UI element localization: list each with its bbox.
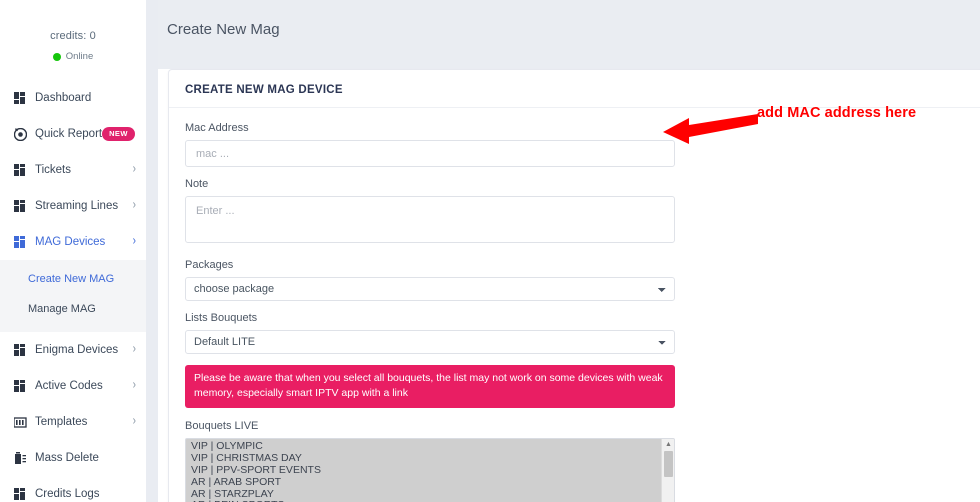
- sidebar-item-streaming-lines[interactable]: Streaming Lines ›: [0, 188, 146, 224]
- bouquets-live-label: Bouquets LIVE: [185, 420, 259, 433]
- bouquets-live-field-group: Bouquets LIVE VIP | OLYMPIC VIP | CHRIST…: [185, 420, 964, 502]
- sidebar-item-enigma-devices[interactable]: Enigma Devices ›: [0, 332, 146, 368]
- packages-select[interactable]: choose package: [185, 277, 675, 301]
- sidebar-item-create-new-mag[interactable]: Create New MAG: [0, 264, 146, 294]
- grid-icon: [14, 379, 27, 393]
- card-title: CREATE NEW MAG DEVICE: [185, 84, 343, 96]
- template-icon: [14, 416, 27, 429]
- sidebar-item-mag-devices[interactable]: MAG Devices ›: [0, 224, 146, 260]
- sidebar-item-active-codes[interactable]: Active Codes ›: [0, 368, 146, 404]
- sidebar-item-label: Quick Report: [35, 128, 103, 140]
- lists-bouquets-select[interactable]: Default LITE: [185, 330, 675, 354]
- sidebar-subitem-label: Create New MAG: [28, 273, 115, 285]
- app-root: credits: 0 Online Dashboard Quick Report…: [0, 0, 980, 502]
- sidebar-content-gutter: [146, 0, 158, 502]
- online-status: Online: [0, 51, 146, 62]
- chevron-right-icon: ›: [132, 234, 136, 249]
- mac-address-input[interactable]: [185, 140, 675, 167]
- status-dot-icon: [52, 52, 61, 61]
- sidebar-item-label: Mass Delete: [35, 452, 99, 464]
- listbox-scrollbar[interactable]: ▲: [661, 439, 674, 502]
- sidebar-item-manage-mag[interactable]: Manage MAG: [0, 294, 146, 324]
- sidebar-item-label: Credits Logs: [35, 488, 100, 500]
- status-badge: NEW: [102, 127, 135, 141]
- sidebar-subitem-label: Manage MAG: [28, 303, 96, 315]
- scroll-up-arrow-icon[interactable]: ▲: [662, 439, 674, 451]
- grid-icon: [14, 235, 27, 249]
- page-header: Create New Mag: [158, 0, 980, 58]
- sidebar-item-label: Active Codes: [35, 380, 103, 392]
- lists-bouquets-label: Lists Bouquets: [185, 312, 258, 324]
- sidebar-status: credits: 0 Online: [0, 0, 146, 62]
- sidebar-item-label: Dashboard: [35, 92, 92, 104]
- chevron-right-icon: ›: [132, 342, 136, 357]
- sidebar-item-tickets[interactable]: Tickets ›: [0, 152, 146, 188]
- mac-address-label: Mac Address: [185, 122, 249, 134]
- mac-address-field-group: Mac Address: [185, 122, 964, 167]
- list-item[interactable]: AR | ARAB SPORT: [189, 476, 674, 489]
- packages-field-group: Packages choose package: [185, 259, 964, 301]
- sidebar-submenu-mag: Create New MAG Manage MAG: [0, 260, 146, 332]
- sidebar-item-dashboard[interactable]: Dashboard: [0, 80, 146, 116]
- card-header: CREATE NEW MAG DEVICE: [169, 70, 980, 108]
- sidebar-item-label: Templates: [35, 416, 88, 428]
- note-label: Note: [185, 178, 209, 190]
- sidebar-item-label: Streaming Lines: [35, 200, 119, 212]
- header-spacer: [158, 58, 980, 69]
- card-body: Mac Address Note Packages choose package…: [169, 108, 980, 502]
- sidebar-nav: Dashboard Quick Report NEW Tickets › Str…: [0, 80, 146, 502]
- sidebar: credits: 0 Online Dashboard Quick Report…: [0, 0, 146, 502]
- scrollbar-thumb[interactable]: [663, 451, 673, 478]
- page-title: Create New Mag: [167, 20, 280, 38]
- bouquets-warning-alert: Please be aware that when you select all…: [185, 365, 675, 409]
- sidebar-item-templates[interactable]: Templates ›: [0, 404, 146, 440]
- main-content: Create New Mag CREATE NEW MAG DEVICE Mac…: [158, 0, 980, 502]
- chevron-right-icon: ›: [132, 198, 136, 213]
- note-field-group: Note: [185, 178, 964, 248]
- lists-bouquets-field-group: Lists Bouquets Default LITE: [185, 312, 964, 354]
- note-textarea[interactable]: [185, 196, 675, 243]
- sidebar-item-label: MAG Devices: [35, 236, 106, 248]
- grid-icon: [14, 199, 27, 213]
- chevron-right-icon: ›: [132, 378, 136, 393]
- sidebar-item-credits-logs[interactable]: Credits Logs: [0, 476, 146, 502]
- lifebuoy-icon: [14, 127, 27, 141]
- grid-icon: [14, 343, 27, 357]
- credits-label: credits: 0: [50, 30, 96, 42]
- online-label: Online: [65, 51, 94, 62]
- left-arrow-icon: [663, 114, 758, 144]
- annotation-label: add MAC address here: [757, 105, 917, 121]
- trash-icon: [14, 451, 27, 465]
- sidebar-item-label: Enigma Devices: [35, 344, 119, 356]
- grid-icon: [14, 163, 27, 177]
- grid-icon: [14, 91, 27, 105]
- create-mag-card: CREATE NEW MAG DEVICE Mac Address Note P…: [168, 69, 980, 502]
- sidebar-item-quick-report[interactable]: Quick Report NEW: [0, 116, 146, 152]
- sidebar-item-mass-delete[interactable]: Mass Delete: [0, 440, 146, 476]
- chevron-right-icon: ›: [132, 414, 136, 429]
- chevron-right-icon: ›: [132, 162, 136, 177]
- sidebar-item-label: Tickets: [35, 164, 71, 176]
- grid-icon: [14, 487, 27, 501]
- bouquets-live-listbox[interactable]: VIP | OLYMPIC VIP | CHRISTMAS DAY VIP | …: [185, 438, 675, 502]
- packages-label: Packages: [185, 259, 234, 271]
